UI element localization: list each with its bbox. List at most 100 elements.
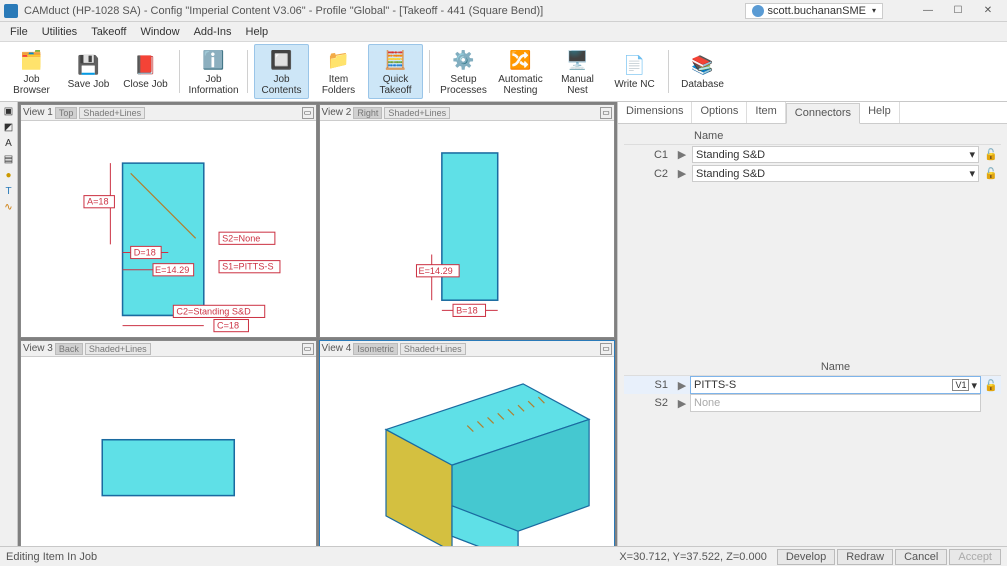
close-button[interactable]: ✕ (973, 1, 1003, 21)
properties-panel: Dimensions Options Item Connectors Help … (617, 102, 1007, 546)
toolbar: 🗂️Job Browser 💾Save Job 📕Close Job ℹ️Job… (0, 42, 1007, 102)
dim-A: A=18 (87, 197, 109, 207)
ls-circle-icon[interactable]: ● (2, 168, 16, 182)
nesting-icon: 🔀 (508, 47, 534, 73)
lock-icon[interactable]: 🔓 (981, 164, 1001, 183)
ls-tag-icon[interactable]: T (2, 184, 16, 198)
ls-curve-icon[interactable]: ∿ (2, 200, 16, 214)
ls-pointer-icon[interactable]: ▣ (2, 104, 16, 118)
view4-maximize[interactable]: ▭ (600, 343, 612, 355)
chevron-down-icon: ▾ (969, 148, 975, 161)
seam-badge: V1 (952, 379, 969, 391)
manual-nest-icon: 🖥️ (565, 47, 591, 73)
avatar-icon (752, 5, 764, 17)
job-browser-button[interactable]: 🗂️Job Browser (4, 44, 59, 99)
main: ▣ ◩ A ▤ ● T ∿ View 1 Top Shaded+Lines ▭ (0, 102, 1007, 546)
view3-orientation[interactable]: Back (55, 343, 83, 355)
viewports: View 1 Top Shaded+Lines ▭ A=18 (18, 102, 617, 546)
view1-label: View 1 (23, 107, 53, 118)
info-icon: ℹ️ (201, 47, 227, 73)
connector-row-c2: C2 ▶ Standing S&D▾ 🔓 (624, 164, 1001, 183)
connectors-header: Name (690, 128, 981, 145)
cancel-button[interactable]: Cancel (895, 549, 947, 565)
play-icon[interactable]: ▶ (674, 164, 690, 183)
contents-icon: 🔲 (269, 47, 295, 73)
write-nc-button[interactable]: 📄Write NC (607, 44, 662, 99)
chevron-down-icon: ▾ (971, 379, 977, 392)
ls-text-icon[interactable]: A (2, 136, 16, 150)
dim-C2: C2=Standing S&D (176, 306, 251, 316)
app-icon (4, 4, 18, 18)
menu-addins[interactable]: Add-Ins (188, 24, 238, 40)
tab-help[interactable]: Help (860, 102, 900, 123)
tab-options[interactable]: Options (692, 102, 747, 123)
coordinates: X=30.712, Y=37.522, Z=0.000 (619, 551, 767, 563)
user-menu[interactable]: scott.buchananSME (745, 3, 883, 19)
view-2[interactable]: View 2 Right Shaded+Lines ▭ E=14.29 B=18 (319, 104, 616, 338)
ls-select-icon[interactable]: ◩ (2, 120, 16, 134)
redraw-button[interactable]: Redraw (837, 549, 893, 565)
seam-row-s2: S2 ▶ None (624, 394, 1001, 412)
close-job-button[interactable]: 📕Close Job (118, 44, 173, 99)
menu-help[interactable]: Help (240, 24, 275, 40)
tab-dimensions[interactable]: Dimensions (618, 102, 692, 123)
play-icon[interactable]: ▶ (674, 394, 690, 412)
seam-s1-label: S1 (624, 376, 674, 395)
ls-hatch-icon[interactable]: ▤ (2, 152, 16, 166)
accept-button[interactable]: Accept (949, 549, 1001, 565)
seam-s2-combo[interactable]: None (690, 394, 981, 412)
menu-utilities[interactable]: Utilities (36, 24, 83, 40)
view2-orientation[interactable]: Right (353, 107, 382, 119)
automatic-nesting-button[interactable]: 🔀Automatic Nesting (493, 44, 548, 99)
connector-c1-combo[interactable]: Standing S&D▾ (692, 146, 979, 163)
view-1[interactable]: View 1 Top Shaded+Lines ▭ A=18 (20, 104, 317, 338)
seam-s2-label: S2 (624, 394, 674, 412)
connector-c1-label: C1 (624, 145, 674, 165)
view1-maximize[interactable]: ▭ (302, 107, 314, 119)
folders-icon: 📁 (326, 47, 352, 73)
play-icon[interactable]: ▶ (674, 145, 690, 165)
gears-icon: ⚙️ (451, 47, 477, 73)
dim-E: E=14.29 (155, 265, 189, 275)
dim-S2: S2=None (222, 233, 260, 243)
view1-orientation[interactable]: Top (55, 107, 78, 119)
status-text: Editing Item In Job (6, 551, 97, 563)
develop-button[interactable]: Develop (777, 549, 835, 565)
job-information-button[interactable]: ℹ️Job Information (186, 44, 241, 99)
view4-shading[interactable]: Shaded+Lines (400, 343, 466, 355)
job-contents-button[interactable]: 🔲Job Contents (254, 44, 309, 99)
view-4[interactable]: View 4 Isometric Shaded+Lines ▭ (319, 340, 616, 546)
connector-c2-label: C2 (624, 164, 674, 183)
tab-connectors[interactable]: Connectors (786, 103, 860, 124)
setup-processes-button[interactable]: ⚙️Setup Processes (436, 44, 491, 99)
tab-item[interactable]: Item (747, 102, 785, 123)
view3-shading[interactable]: Shaded+Lines (85, 343, 151, 355)
database-button[interactable]: 📚Database (675, 44, 730, 99)
save-icon: 💾 (76, 52, 102, 78)
view2-maximize[interactable]: ▭ (600, 107, 612, 119)
play-icon[interactable]: ▶ (674, 376, 690, 395)
manual-nest-button[interactable]: 🖥️Manual Nest (550, 44, 605, 99)
dim-S1: S1=PITTS-S (222, 262, 273, 272)
view1-shading[interactable]: Shaded+Lines (79, 107, 145, 119)
menu-takeoff[interactable]: Takeoff (85, 24, 132, 40)
lock-icon[interactable]: 🔓 (981, 376, 1001, 395)
seam-s1-combo[interactable]: PITTS-SV1▾ (690, 376, 981, 394)
chevron-down-icon: ▾ (969, 167, 975, 180)
menu-file[interactable]: File (4, 24, 34, 40)
connector-c2-combo[interactable]: Standing S&D▾ (692, 165, 979, 182)
view-3[interactable]: View 3 Back Shaded+Lines ▭ (20, 340, 317, 546)
minimize-button[interactable]: — (913, 1, 943, 21)
seams-header: Name (690, 359, 981, 376)
save-job-button[interactable]: 💾Save Job (61, 44, 116, 99)
view3-maximize[interactable]: ▭ (302, 343, 314, 355)
menu-window[interactable]: Window (134, 24, 185, 40)
write-nc-icon: 📄 (622, 52, 648, 78)
quick-takeoff-button[interactable]: 🧮Quick Takeoff (368, 44, 423, 99)
view4-orientation[interactable]: Isometric (353, 343, 398, 355)
view2-shading[interactable]: Shaded+Lines (384, 107, 450, 119)
window-buttons: — ☐ ✕ (913, 1, 1003, 21)
maximize-button[interactable]: ☐ (943, 1, 973, 21)
item-folders-button[interactable]: 📁Item Folders (311, 44, 366, 99)
lock-icon[interactable]: 🔓 (981, 145, 1001, 165)
